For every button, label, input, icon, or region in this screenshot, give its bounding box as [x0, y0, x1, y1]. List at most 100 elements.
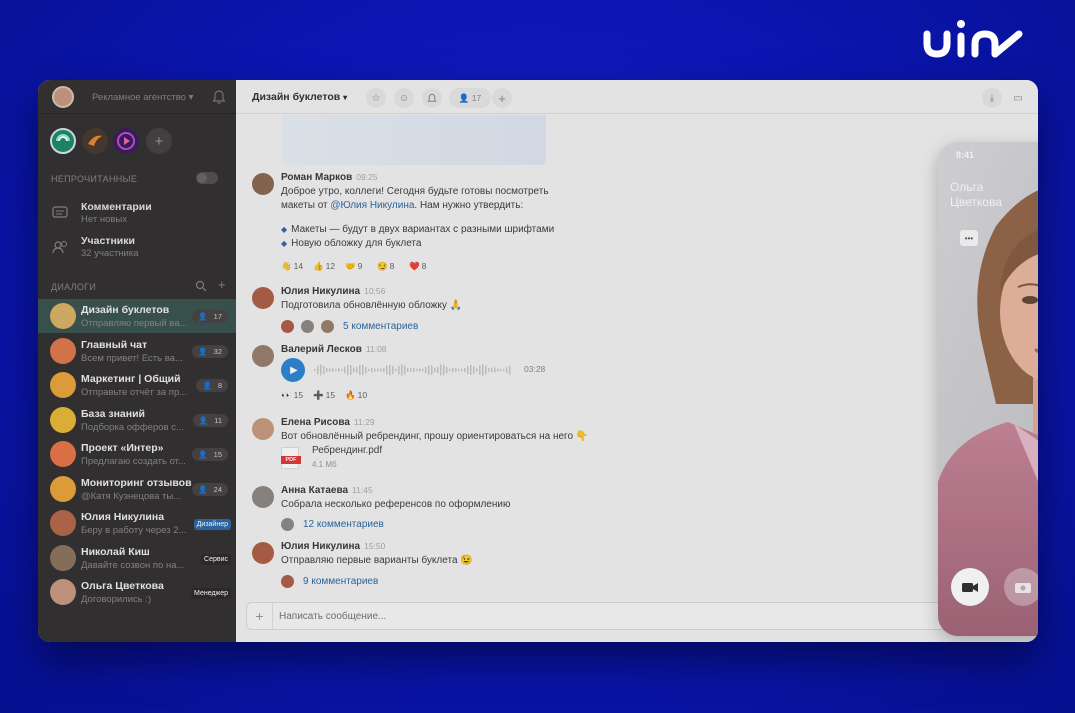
plus-icon: + — [498, 90, 506, 106]
dialog-item[interactable]: Мониторинг отзывов @Катя Кузнецова ты... 👤… — [38, 472, 236, 506]
dialog-item[interactable]: Юлия Никулина Беру в работу через 2... Диз… — [38, 506, 236, 540]
workspace-icon-2[interactable] — [82, 128, 108, 154]
dialog-name: Дизайн буклетов — [81, 304, 170, 316]
dialog-count-value: 32 — [213, 346, 222, 356]
bell-icon[interactable] — [212, 89, 226, 105]
dialog-member-count: 👤 24 — [192, 482, 228, 496]
dialog-item[interactable]: Проект «Интер» Предлагаю создать от... 👤 15 — [38, 437, 236, 471]
message: Валерий Лесков 11:08 ▶ 03:28 👀 15 ➕ 15 🔥 10 — [252, 344, 712, 404]
reaction-chip[interactable]: 👍 12 — [313, 259, 335, 273]
video-camera-icon — [962, 582, 978, 592]
author-name[interactable]: Роман Марков — [281, 172, 352, 183]
dialog-name: База знаний — [81, 407, 146, 420]
chat-bubble-icon[interactable]: ••• — [960, 230, 978, 246]
reaction-chip[interactable]: 😏 8 — [377, 259, 394, 273]
add-workspace-button[interactable]: + — [146, 128, 172, 154]
reaction-chip[interactable]: 👀 15 — [281, 388, 303, 402]
dialog-item[interactable]: Ольга Цветкова Договорились :) Менеджер — [38, 575, 236, 609]
reaction-count: 9 — [357, 261, 363, 271]
person-icon: 👤 — [198, 450, 208, 459]
message-time: 15:50 — [364, 541, 386, 551]
workspace-icon-3[interactable] — [113, 128, 139, 154]
chat-header: Дизайн буклетов ▾ ☆ ☺ 👤 17 + ⤓ ▭ — [236, 80, 1038, 114]
unread-section-label: Непрочитанные — [51, 174, 138, 184]
workspace-switcher[interactable]: Рекламное агентство ▾ — [92, 92, 193, 103]
reaction-count: 8 — [389, 261, 395, 271]
nav-comments-title: Комментарии — [81, 201, 152, 213]
nav-members[interactable]: Участники 32 участника — [50, 234, 230, 264]
folder-button[interactable]: ▭ — [1008, 88, 1028, 108]
reaction-chip[interactable]: ➕ 15 — [313, 388, 335, 402]
emoji-status-button[interactable]: ☺ — [394, 88, 414, 108]
switch-camera-button[interactable] — [1004, 568, 1038, 606]
message-time: 10:56 — [364, 286, 386, 296]
comments-link[interactable]: 12 комментариев — [303, 519, 384, 530]
notifications-button[interactable] — [422, 88, 442, 108]
star-icon: ☆ — [371, 92, 381, 104]
dialog-item[interactable]: База знаний Подборка офферов с... 👤 11 — [38, 403, 236, 437]
members-button[interactable]: 👤 17 — [449, 88, 491, 108]
sidebar: Рекламное агентство ▾ + Непрочитанные Ко… — [38, 80, 236, 642]
user-avatar[interactable] — [52, 86, 74, 108]
plus-icon: + — [154, 132, 164, 150]
brand-logo — [923, 20, 1023, 58]
reaction-chip[interactable]: ❤️ 8 — [409, 259, 426, 273]
message-input[interactable] — [279, 608, 719, 624]
play-button[interactable]: ▶ — [281, 358, 305, 382]
dialog-item[interactable]: Николай Киш Давайте созвон по на... Сервис — [38, 541, 236, 575]
voice-waveform[interactable] — [314, 362, 514, 378]
chat-title-dropdown[interactable]: Дизайн буклетов ▾ — [252, 91, 347, 103]
dialog-preview: Отправляю первый ва... — [81, 318, 188, 329]
reaction-chip[interactable]: 🔥 10 — [345, 388, 367, 402]
camera-toggle-button[interactable] — [951, 568, 989, 606]
message-time: 11:08 — [365, 344, 387, 354]
unread-toggle[interactable] — [196, 172, 218, 184]
reaction-emoji: 👍 — [313, 260, 324, 271]
reaction-chip[interactable]: 🤝 9 — [345, 259, 362, 273]
comments-link[interactable]: 5 комментариев — [343, 321, 418, 332]
status-bar-time: 8:41 — [956, 150, 975, 160]
author-name[interactable]: Анна Катаева — [281, 485, 348, 496]
message-text-part: . Нам нужно утвердить: — [414, 200, 524, 211]
author-avatar — [252, 345, 274, 367]
nav-comments[interactable]: Комментарии Нет новых — [50, 200, 230, 230]
comments-link[interactable]: 9 комментариев — [303, 576, 378, 587]
message-text: Вот обновлённый ребрендинг, прошу ориент… — [281, 431, 589, 442]
search-icon[interactable] — [195, 280, 207, 292]
bullet-item: ◆ Новую обложку для буклета — [281, 238, 421, 249]
workspace-icon-1[interactable] — [50, 128, 76, 154]
dialog-item[interactable]: Маркетинг | Общий Отправьте отчёт за пр..… — [38, 368, 236, 402]
reaction-chip[interactable]: 👋 14 — [281, 259, 303, 273]
author-avatar — [252, 173, 274, 195]
message: Анна Катаева 11:45 Собрала несколько рефер… — [252, 485, 712, 545]
dialog-item[interactable]: Главный чат Всем привет! Есть ва... 👤 32 — [38, 334, 236, 368]
dialog-member-count: 👤 15 — [192, 448, 228, 461]
author-name[interactable]: Елена Рисова — [281, 417, 350, 428]
author-name[interactable]: Юлия Никулина — [281, 286, 360, 297]
dialog-item[interactable]: Дизайн буклетов Отправляю первый ва... 👤 17 — [38, 299, 236, 333]
commenter-avatar — [281, 320, 294, 333]
reaction-count: 10 — [357, 390, 368, 400]
add-button[interactable]: + — [492, 88, 512, 108]
file-attachment[interactable]: PDF Ребрендинг.pdf 4.1 Мб — [281, 445, 441, 473]
image-attachment-preview[interactable] — [282, 115, 546, 165]
dialog-avatar — [50, 441, 76, 467]
dialog-role-tag: Дизайнер — [193, 519, 231, 530]
dialog-preview: Давайте созвон по на... — [81, 559, 185, 571]
download-button[interactable]: ⤓ — [982, 88, 1002, 108]
message-text: Доброе утро, коллеги! Сегодня будьте гот… — [281, 186, 549, 197]
author-avatar — [252, 542, 274, 564]
user-mention[interactable]: @Юлия Никулина — [330, 200, 414, 211]
diamond-bullet-icon: ◆ — [281, 239, 288, 248]
favorite-button[interactable]: ☆ — [366, 88, 386, 108]
dialog-count-value: 24 — [213, 484, 222, 494]
person-icon: 👤 — [202, 381, 212, 390]
app-window: Рекламное агентство ▾ + Непрочитанные Ко… — [38, 80, 1038, 642]
reaction-count: 15 — [293, 390, 304, 400]
attach-button[interactable]: + — [247, 603, 273, 629]
author-name[interactable]: Юлия Никулина — [281, 541, 360, 552]
add-dialog-button[interactable]: + — [218, 277, 226, 292]
bullet-text: Макеты — будут в двух вариантах с разным… — [291, 224, 555, 235]
message-time: 11:29 — [353, 417, 375, 427]
author-name[interactable]: Валерий Лесков — [281, 344, 362, 355]
